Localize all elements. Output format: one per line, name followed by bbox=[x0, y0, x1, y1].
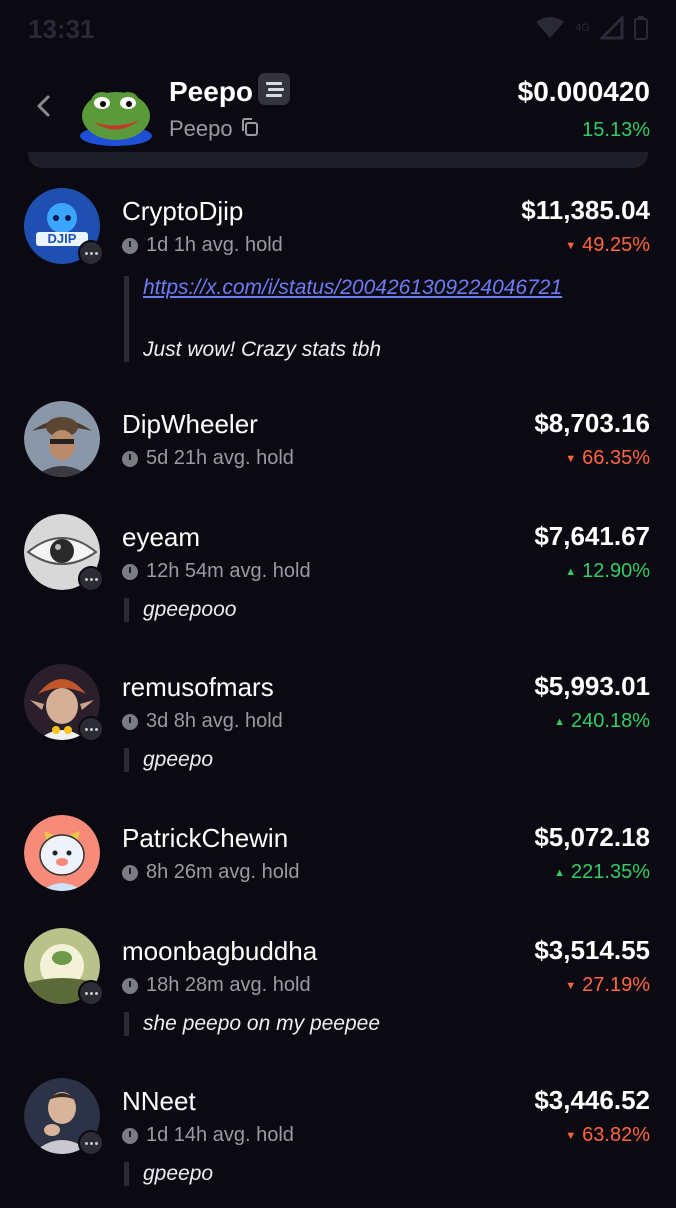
holder-name[interactable]: CryptoDjip bbox=[122, 196, 243, 227]
status-icons: 4G bbox=[535, 16, 648, 40]
holder-name[interactable]: moonbagbuddha bbox=[122, 936, 317, 967]
arrow-down-icon: ▼ bbox=[565, 1130, 577, 1142]
avg-hold: 18h 28m avg. hold bbox=[122, 974, 311, 997]
avatar[interactable] bbox=[24, 815, 100, 891]
list-item[interactable]: DipWheeler 5d 21h avg. hold $8,703.16 ▼ 6… bbox=[0, 391, 676, 491]
holder-value: $7,641.67 bbox=[534, 521, 650, 551]
chat-icon bbox=[78, 240, 104, 266]
holder-comment: gpeepo bbox=[124, 748, 213, 772]
holder-change: ▲ 12.90% bbox=[565, 560, 650, 582]
chat-icon bbox=[78, 980, 104, 1006]
holder-comment: https://x.com/i/status/20042613092240467… bbox=[124, 276, 562, 362]
avg-hold: 3d 8h avg. hold bbox=[122, 710, 283, 733]
holder-change: ▼ 63.82% bbox=[565, 1124, 650, 1146]
status-time: 13:31 bbox=[28, 14, 95, 44]
holder-name[interactable]: PatrickChewin bbox=[122, 823, 288, 854]
avg-hold: 8h 26m avg. hold bbox=[122, 861, 299, 884]
holder-name[interactable]: NNeet bbox=[122, 1086, 196, 1117]
holder-change: ▼ 49.25% bbox=[565, 234, 650, 256]
network-label: 4G bbox=[575, 22, 590, 34]
battery-icon bbox=[634, 16, 648, 40]
comment-text: gpeepooo bbox=[143, 598, 237, 621]
clock-icon bbox=[122, 713, 138, 730]
holder-name[interactable]: eyeam bbox=[122, 522, 200, 553]
token-name: Peepo bbox=[169, 76, 254, 107]
token-change: 15.13% bbox=[582, 119, 650, 141]
holder-value: $5,993.01 bbox=[534, 671, 650, 701]
clock-icon bbox=[122, 977, 138, 994]
arrow-down-icon: ▼ bbox=[565, 240, 577, 252]
holder-comment: she peepo on my peepee bbox=[124, 1012, 380, 1036]
solana-icon bbox=[258, 73, 290, 105]
list-item[interactable]: PatrickChewin 8h 26m avg. hold $5,072.18… bbox=[0, 805, 676, 905]
peepo-frog-icon bbox=[80, 92, 152, 146]
list-item[interactable]: DJIP CryptoDjip 1d 1h avg. hold $11,385.… bbox=[0, 178, 676, 378]
holder-change: ▼ 66.35% bbox=[565, 447, 650, 469]
avatar[interactable] bbox=[24, 401, 100, 477]
copy-icon[interactable] bbox=[240, 117, 260, 137]
chat-icon bbox=[78, 566, 104, 592]
arrow-up-icon: ▲ bbox=[554, 716, 566, 728]
avg-hold: 12h 54m avg. hold bbox=[122, 560, 311, 583]
arrow-down-icon: ▼ bbox=[565, 453, 577, 465]
holder-change: ▼ 27.19% bbox=[565, 974, 650, 996]
clock-icon bbox=[122, 450, 138, 467]
signal-icon bbox=[600, 16, 624, 40]
holder-comment: gpeepooo bbox=[124, 598, 236, 622]
holder-value: $5,072.18 bbox=[534, 822, 650, 852]
arrow-up-icon: ▲ bbox=[554, 867, 566, 879]
token-price: $0.000420 bbox=[517, 76, 650, 107]
holder-value: $8,703.16 bbox=[534, 408, 650, 438]
holder-change: ▲ 221.35% bbox=[554, 861, 650, 883]
holder-name[interactable]: DipWheeler bbox=[122, 409, 258, 440]
status-bar: 13:31 4G bbox=[0, 0, 676, 60]
chevron-left-icon[interactable] bbox=[30, 92, 58, 120]
holder-comment: gpeepo bbox=[124, 1162, 213, 1186]
holder-value: $3,514.55 bbox=[534, 935, 650, 965]
list-item[interactable]: moonbagbuddha 18h 28m avg. hold $3,514.5… bbox=[0, 918, 676, 1058]
avg-hold: 1d 14h avg. hold bbox=[122, 1124, 294, 1147]
list-item[interactable]: NNeet 1d 14h avg. hold $3,446.52 ▼ 63.82%… bbox=[0, 1068, 676, 1208]
header-divider bbox=[28, 152, 648, 168]
token-header: Peepo Peepo $0.000420 15.13% bbox=[0, 64, 676, 154]
wifi-icon bbox=[536, 17, 565, 38]
clock-icon bbox=[122, 864, 138, 881]
clock-icon bbox=[122, 563, 138, 580]
avg-hold: 5d 21h avg. hold bbox=[122, 447, 294, 470]
avg-hold: 1d 1h avg. hold bbox=[122, 234, 283, 257]
chat-icon bbox=[78, 1130, 104, 1156]
comment-text: gpeepo bbox=[143, 748, 214, 771]
comment-link[interactable]: https://x.com/i/status/20042613092240467… bbox=[143, 276, 562, 300]
comment-text: she peepo on my peepee bbox=[143, 1012, 381, 1035]
list-item[interactable]: remusofmars 3d 8h avg. hold $5,993.01 ▲ 2… bbox=[0, 654, 676, 794]
clock-icon bbox=[122, 237, 138, 254]
arrow-down-icon: ▼ bbox=[565, 980, 577, 992]
holder-value: $11,385.04 bbox=[521, 195, 650, 225]
holder-value: $3,446.52 bbox=[534, 1085, 650, 1115]
token-ticker: Peepo bbox=[169, 116, 233, 141]
comment-text: Just wow! Crazy stats tbh bbox=[143, 338, 382, 361]
holder-name[interactable]: remusofmars bbox=[122, 672, 274, 703]
list-item[interactable]: eyeam 12h 54m avg. hold $7,641.67 ▲ 12.90… bbox=[0, 504, 676, 644]
svg-text:DJIP: DJIP bbox=[48, 231, 77, 246]
clock-icon bbox=[122, 1127, 138, 1144]
chat-icon bbox=[78, 716, 104, 742]
arrow-up-icon: ▲ bbox=[565, 566, 577, 578]
comment-text: gpeepo bbox=[143, 1162, 214, 1185]
holder-change: ▲ 240.18% bbox=[554, 710, 650, 732]
